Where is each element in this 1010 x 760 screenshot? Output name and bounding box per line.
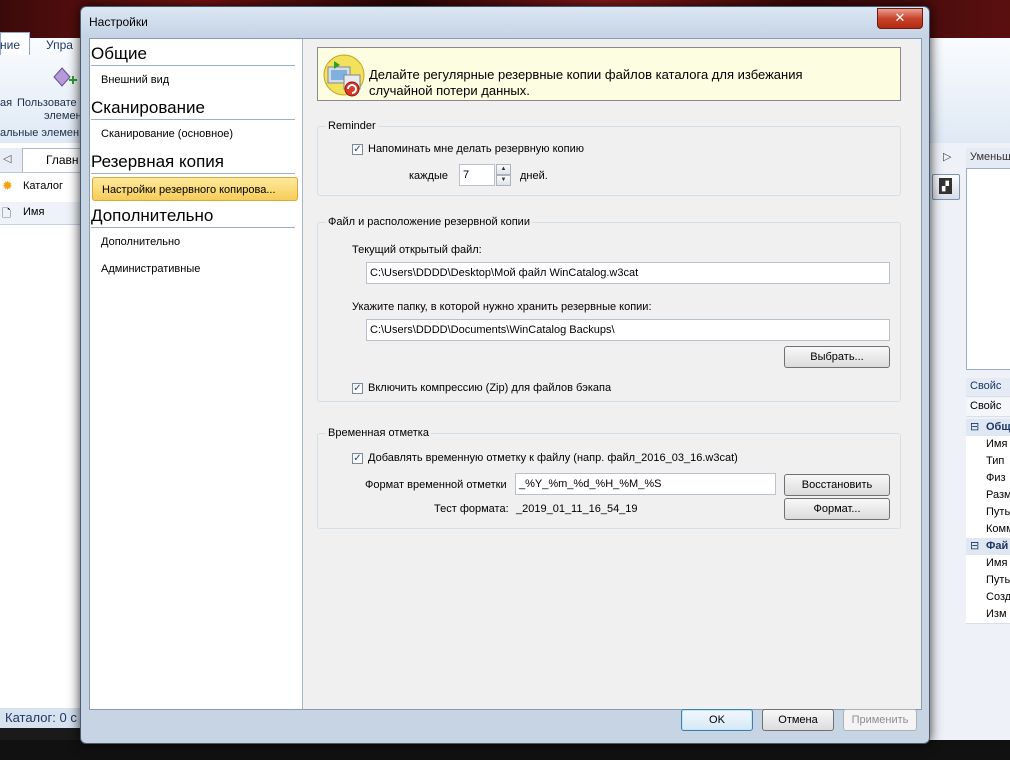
nav-tab-main[interactable]: Главн <box>46 153 79 167</box>
category-general: Общие <box>91 44 295 66</box>
ribbon-group-label: альные элемен <box>0 127 80 139</box>
test-format-value: _2019_01_11_16_54_19 <box>516 503 638 515</box>
nav-left-icon[interactable]: ◁ <box>3 152 11 165</box>
spin-down-icon[interactable]: ▼ <box>496 175 511 186</box>
ribbon-tab-manage[interactable]: Упра <box>46 38 73 52</box>
category-backup: Резервная копия <box>91 152 295 174</box>
file-location-group-title: Файл и расположение резервной копии <box>326 216 532 228</box>
settings-dialog: Настройки ✕ Общие Внешний вид Сканирован… <box>80 6 930 744</box>
backup-folder-field[interactable]: C:\Users\DDDD\Documents\WinCatalog Backu… <box>366 319 890 341</box>
image-icon: ▞ <box>939 178 952 194</box>
property-group[interactable]: Фай ⊟ <box>966 538 1010 556</box>
info-banner: Делайте регулярные резервные копии файло… <box>317 47 901 101</box>
remind-label: Напоминать мне делать резервную копию <box>368 143 584 155</box>
property-row[interactable]: Изм <box>966 606 1010 624</box>
test-format-label: Тест формата: <box>434 503 509 515</box>
banner-text: Делайте регулярные резервные копии файло… <box>369 67 803 98</box>
days-label: дней. <box>520 170 548 182</box>
zip-label: Включить компрессию (Zip) для файлов бэк… <box>368 382 612 394</box>
timestamp-group-title: Временная отметка <box>326 427 431 439</box>
ribbon-label: ая <box>0 97 13 109</box>
dialog-body: Общие Внешний вид Сканирование Сканирова… <box>89 38 922 710</box>
add-timestamp-label: Добавлять временную отметку к файлу (нап… <box>368 452 738 464</box>
file-icon: 🗋 <box>2 208 11 220</box>
add-user-element-icon[interactable] <box>52 66 78 88</box>
tree-item[interactable]: ✹ Каталог <box>0 176 82 198</box>
timestamp-group: Временная отметка ✓ Добавлять временную … <box>317 427 901 529</box>
category-advanced: Дополнительно <box>91 206 295 228</box>
file-location-group: Файл и расположение резервной копии Теку… <box>317 216 901 402</box>
settings-sidebar: Общие Внешний вид Сканирование Сканирова… <box>90 39 303 709</box>
property-row[interactable]: Имя <box>966 436 1010 454</box>
property-row[interactable]: Тип <box>966 453 1010 471</box>
catalog-tree-panel <box>0 143 83 710</box>
current-file-label: Текущий открытый файл: <box>352 244 482 256</box>
column-header[interactable]: 🗋 Имя <box>0 202 82 225</box>
sidebar-item-backup-settings[interactable]: Настройки резервного копирова... <box>92 177 298 201</box>
property-row[interactable]: Путь <box>966 572 1010 590</box>
format-button[interactable]: Формат... <box>784 498 890 520</box>
remind-checkbox[interactable]: ✓ <box>352 144 363 155</box>
spin-up-icon[interactable]: ▲ <box>496 164 511 175</box>
status-bar: Каталог: 0 с <box>0 708 82 728</box>
property-row[interactable]: Комм <box>966 521 1010 539</box>
reminder-group-title: Reminder <box>326 120 378 132</box>
dialog-title: Настройки <box>89 15 148 29</box>
catalog-icon: ✹ <box>2 178 13 193</box>
cancel-button[interactable]: Отмена <box>762 709 834 731</box>
reminder-group: Reminder ✓ Напоминать мне делать резервн… <box>317 120 901 196</box>
ribbon-label[interactable]: Пользовате <box>17 97 77 109</box>
current-file-field[interactable]: C:\Users\DDDD\Desktop\Мой файл WinCatalo… <box>366 262 890 284</box>
backup-icon <box>323 54 365 97</box>
restore-button[interactable]: Восстановить <box>784 474 890 496</box>
property-row[interactable]: Разм <box>966 487 1010 505</box>
property-row[interactable]: Физ <box>966 470 1010 488</box>
property-row[interactable]: Путь <box>966 504 1010 522</box>
thumbnail-button[interactable]: ▞ <box>932 174 960 200</box>
format-input[interactable]: _%Y_%m_%d_%H_%M_%S <box>515 473 776 495</box>
property-row[interactable]: Имя <box>966 555 1010 573</box>
days-spinner[interactable]: ▲ ▼ <box>496 164 511 186</box>
sidebar-item-appearance[interactable]: Внешний вид <box>101 74 169 86</box>
ribbon-label: элемен <box>44 110 82 122</box>
collapse-icon[interactable]: ⊟ <box>970 539 979 552</box>
ribbon-tab-main[interactable]: ние <box>0 38 20 52</box>
settings-content: Делайте регулярные резервные копии файло… <box>303 39 921 709</box>
sidebar-item-advanced[interactable]: Дополнительно <box>101 236 180 248</box>
close-button[interactable]: ✕ <box>877 8 923 29</box>
properties-tab[interactable]: Свойс <box>966 398 1010 417</box>
properties-header: Свойс <box>966 378 1010 397</box>
sidebar-item-scanning-main[interactable]: Сканирование (основное) <box>101 128 233 140</box>
collapse-icon[interactable]: ⊟ <box>970 420 979 433</box>
days-input[interactable]: 7 <box>459 164 495 186</box>
dialog-titlebar[interactable]: Настройки ✕ <box>81 7 929 37</box>
backup-folder-label: Укажите папку, в которой нужно хранить р… <box>352 301 652 313</box>
property-group[interactable]: Общ ⊟ <box>966 419 1010 437</box>
every-label: каждые <box>409 170 448 182</box>
nav-tabs: ◁ Главн <box>0 148 84 173</box>
sidebar-item-administrative[interactable]: Административные <box>101 263 200 275</box>
right-arrow-icon[interactable]: ▷ <box>943 150 951 163</box>
close-icon: ✕ <box>894 10 906 25</box>
category-scanning: Сканирование <box>91 98 295 120</box>
format-label: Формат временной отметки <box>365 479 507 491</box>
dialog-footer: OK Отмена Применить <box>81 709 929 743</box>
thumbnail-header: Уменьш <box>966 148 1010 168</box>
thumbnail-area <box>966 168 1010 370</box>
ok-button[interactable]: OK <box>681 709 753 731</box>
zip-checkbox[interactable]: ✓ <box>352 383 363 394</box>
add-timestamp-checkbox[interactable]: ✓ <box>352 453 363 464</box>
browse-button[interactable]: Выбрать... <box>784 346 890 368</box>
apply-button[interactable]: Применить <box>843 709 917 731</box>
property-row[interactable]: Созд <box>966 589 1010 607</box>
